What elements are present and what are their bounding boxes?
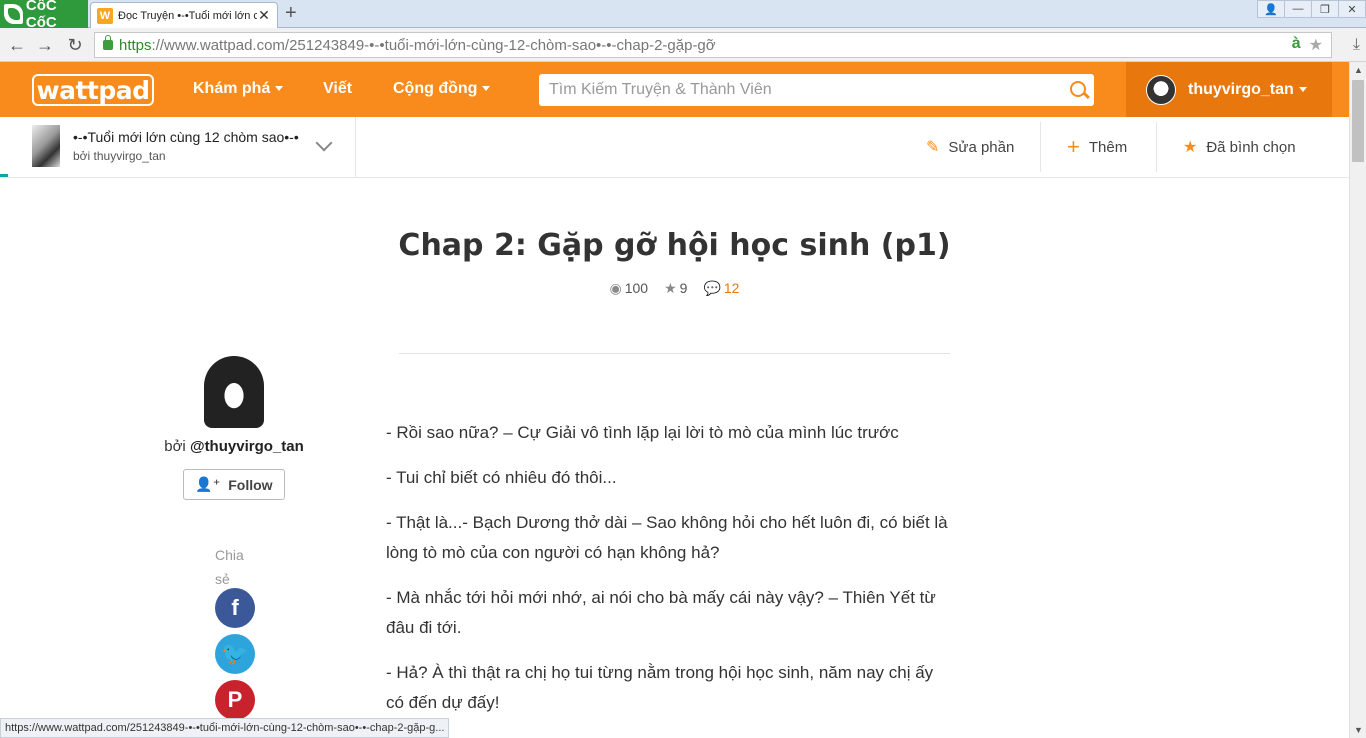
scrollbar-thumb[interactable] [1352,80,1364,162]
paragraph: - Hả? À thì thật ra chị họ tui từng nằm … [386,663,934,712]
forward-arrow-icon[interactable]: → [34,34,56,56]
paragraph: - Thật là...- Bạch Dương thở dài – Sao k… [386,513,948,562]
star-icon: ★ [1183,139,1198,156]
chapter-stats: ◉ 100 ★ 9 💬 12 [0,280,1349,297]
search-icon[interactable] [1064,75,1094,105]
address-bar[interactable]: https ://www.wattpad.com/251243849-•-•tu… [94,32,1332,58]
add-label: Thêm [1088,138,1128,156]
plus-icon: + [1067,134,1080,159]
share-label: Chia sẻ [215,547,244,587]
url-path: ://www.wattpad.com/251243849-•-•tuổi-mới… [151,36,716,54]
minimize-icon[interactable]: — [1284,0,1312,18]
nav-discover[interactable]: Khám phá [193,80,284,98]
content-divider [399,353,950,354]
window-controls: 👤 — ❐ ✕ [1257,0,1366,20]
star-icon: ★ [664,280,677,296]
reading-progress-bar [0,174,8,177]
scroll-down-arrow-icon[interactable]: ▼ [1354,725,1363,735]
tab-title: Đọc Truyện •-•Tuổi mới lớn cù [118,9,257,22]
browser-brand-logo[interactable]: CốC CốC [0,0,88,31]
add-to-list-button[interactable]: + Thêm [1067,117,1127,177]
toolbar-divider [1040,122,1041,172]
edit-part-label: Sửa phần [948,138,1015,156]
comments-stat[interactable]: 💬 12 [703,280,739,297]
tab-close-icon[interactable]: ✕ [257,7,271,24]
chevron-down-icon[interactable] [315,134,333,152]
nav-write-label: Viết [323,80,353,97]
page-scrollbar[interactable]: ▲ ▼ [1349,62,1366,738]
close-window-icon[interactable]: ✕ [1338,0,1366,18]
add-user-icon: 👤⁺ [195,476,221,492]
restore-icon[interactable]: ❐ [1311,0,1339,18]
chapter-title: Chap 2: Gặp gỡ hội học sinh (p1) [398,228,951,263]
scroll-up-arrow-icon[interactable]: ▲ [1354,65,1363,75]
story-cover-thumbnail [32,125,60,167]
username: thuyvirgo_tan [1188,80,1294,98]
nav-discover-label: Khám phá [193,80,271,97]
wattpad-favicon-icon: W [97,7,113,24]
bookmark-star-icon[interactable]: ★ [1309,35,1323,55]
user-avatar [1146,74,1176,105]
reads-count: 100 [624,280,649,296]
comments-count: 12 [723,280,740,296]
author-handle[interactable]: @thuyvirgo_tan [190,438,304,455]
vietnamese-input-icon[interactable]: à [1292,35,1301,55]
nav-write[interactable]: Viết [323,80,352,98]
user-menu[interactable]: thuyvirgo_tan [1126,62,1332,117]
twitter-share-icon[interactable]: 🐦 [215,634,255,674]
search-input[interactable] [549,81,1064,99]
search-box [539,74,1094,106]
edit-part-button[interactable]: ✎ Sửa phần [926,117,1014,177]
byline-prefix: bởi [164,438,190,455]
browser-brand-text: CốC CốC [25,0,57,31]
author-avatar[interactable] [204,356,264,428]
nav-community-label: Cộng đồng [393,80,478,97]
votes-count: 9 [679,280,688,296]
reload-icon[interactable]: ↻ [64,34,86,56]
story-content: - Rồi sao nữa? – Cự Giải vô tình lặp lại… [386,418,954,733]
follow-label: Follow [228,476,273,493]
user-profile-icon[interactable]: 👤 [1257,0,1285,18]
toolbar-divider [1156,122,1157,172]
chevron-down-icon [482,86,491,92]
facebook-share-icon[interactable]: f [215,588,255,628]
wattpad-header: wattpad Khám phá Viết Cộng đồng thuyvirg… [0,62,1349,117]
comment-bubble-icon: 💬 [703,280,721,296]
follow-button[interactable]: 👤⁺ Follow [183,469,285,500]
story-selector[interactable]: •-•Tuổi mới lớn cùng 12 chòm sao•-• bởi … [0,117,356,177]
url-actions: à ★ [1292,35,1323,55]
browser-status-bar: https://www.wattpad.com/251243849-•-•tuổ… [0,718,450,738]
lock-icon [103,35,113,50]
nav-community[interactable]: Cộng đồng [393,80,491,98]
pinterest-share-icon[interactable]: P [215,680,255,720]
coccoc-leaf-icon [4,4,23,24]
chevron-down-icon [1298,87,1307,92]
browser-tab-active[interactable]: W Đọc Truyện •-•Tuổi mới lớn cù ✕ [90,2,278,28]
story-author: bởi thuyvirgo_tan [73,149,166,163]
eye-icon: ◉ [609,280,622,296]
reads-stat: ◉ 100 [610,280,649,297]
story-title: •-•Tuổi mới lớn cùng 12 chòm sao•-• [73,129,299,145]
new-tab-plus-icon[interactable]: + [285,3,297,23]
vote-button[interactable]: ★ Đã bình chọn [1183,117,1296,177]
url-scheme: https [119,36,152,54]
votes-stat: ★ 9 [664,280,687,297]
download-icon[interactable]: ⤓ [1353,36,1360,54]
paragraph: - Mà nhắc tới hỏi mới nhớ, ai nói cho bà… [386,588,936,637]
paragraph: - Tui chỉ biết có nhiêu đó thôi... [386,468,617,487]
chevron-down-icon [275,86,284,92]
back-arrow-icon[interactable]: ← [6,34,28,56]
pencil-icon: ✎ [926,139,940,156]
story-toolbar: •-•Tuổi mới lớn cùng 12 chòm sao•-• bởi … [0,117,1349,178]
browser-toolbar: ← → ↻ https ://www.wattpad.com/251243849… [0,28,1366,62]
browser-tabbar: CốC CốC W Đọc Truyện •-•Tuổi mới lớn cù … [0,0,1366,31]
paragraph: - Rồi sao nữa? – Cự Giải vô tình lặp lại… [386,423,899,442]
wattpad-logo[interactable]: wattpad [32,74,154,106]
vote-label: Đã bình chọn [1206,138,1296,156]
